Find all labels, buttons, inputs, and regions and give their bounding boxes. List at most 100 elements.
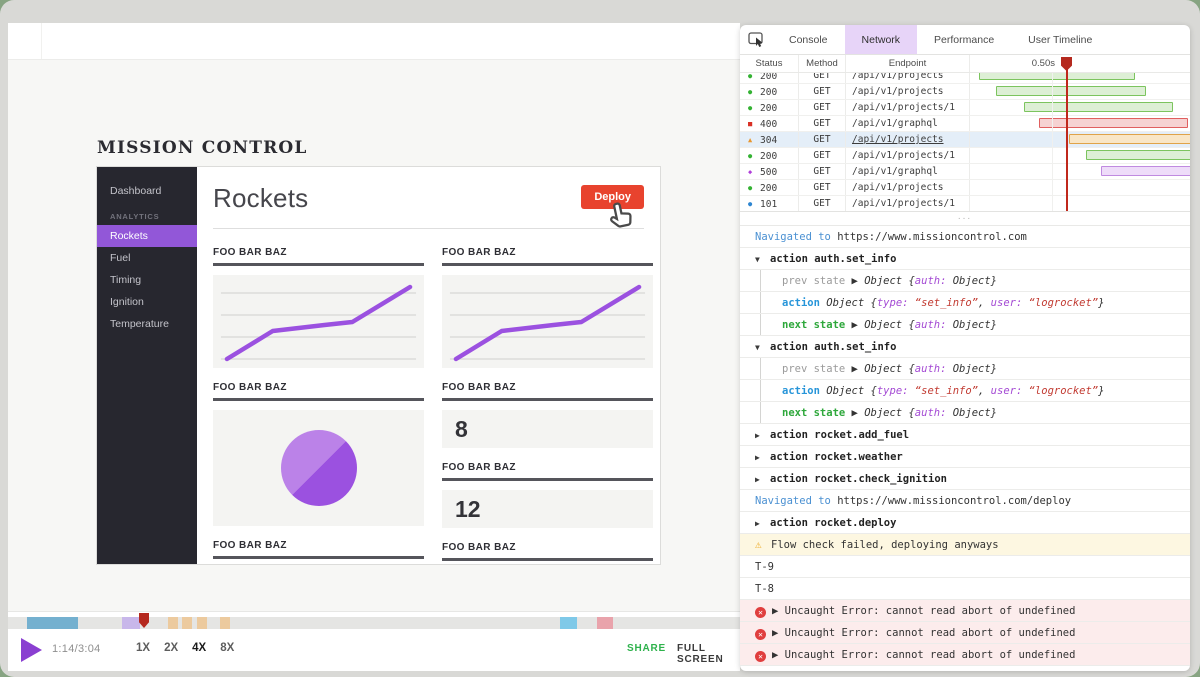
playback-timeline[interactable] (8, 613, 740, 629)
console-entry[interactable]: ✕ ▶ Uncaught Error: cannot read abort of … (740, 644, 1190, 666)
network-row[interactable]: ● 101 GET/api/v1/projects/1 (740, 196, 1190, 211)
console-text: Object (826, 385, 871, 397)
request-status: ● 101 (740, 196, 798, 211)
console-text: “set_info” (914, 297, 979, 309)
console-entry[interactable]: Navigated to https://www.missioncontrol.… (740, 490, 1190, 512)
sidebar-item-rockets[interactable]: Rockets (97, 225, 197, 247)
console-text: action auth.set_info (770, 341, 897, 353)
inspect-element-icon[interactable] (740, 25, 772, 54)
tab-console[interactable]: Console (772, 25, 845, 54)
speed-2x[interactable]: 2X (164, 642, 178, 654)
stat-value: 12 (442, 490, 653, 528)
console-text: } (1098, 297, 1105, 309)
console-text: Uncaught Error: cannot read abort of und… (784, 649, 1076, 661)
request-timing-bar (1086, 150, 1190, 160)
speed-4x[interactable]: 4X (192, 642, 206, 654)
sidebar-item-dashboard[interactable]: Dashboard (97, 180, 197, 202)
share-button[interactable]: SHARE (627, 643, 666, 654)
tab-network[interactable]: Network (844, 25, 918, 54)
console-text: Uncaught Error: cannot read abort of und… (784, 605, 1076, 617)
caret-right-icon[interactable]: ▶ (755, 469, 770, 489)
console-entry[interactable]: Navigated to https://www.missioncontrol.… (740, 226, 1190, 248)
console-text: T-9 (755, 561, 774, 573)
app-content: Rockets Deploy FOO BAR BAZ FOO BAR BAZ FOO… (197, 167, 660, 564)
console-entry[interactable]: ▶ action rocket.deploy (740, 512, 1190, 534)
sidebar-item-timing[interactable]: Timing (97, 269, 197, 291)
indent-guide (760, 358, 761, 379)
tab-performance[interactable]: Performance (917, 25, 1011, 54)
console-entry[interactable]: ▼ action auth.set_info (740, 248, 1190, 270)
endpoint-text: /api/v1/projects (852, 134, 944, 145)
error-icon: ✕ (755, 607, 766, 618)
caret-right-icon[interactable]: ▶ (755, 447, 770, 467)
request-waterfall (969, 132, 1190, 147)
console-text: Object (826, 297, 871, 309)
console-entry[interactable]: action Object {type: “set_info”, user: “… (740, 380, 1190, 402)
indent-guide (760, 270, 761, 291)
console-entry[interactable]: ✕ ▶ Uncaught Error: cannot read abort of … (740, 600, 1190, 622)
toolbar-divider (41, 23, 42, 59)
speed-8x[interactable]: 8X (220, 642, 234, 654)
console-entry[interactable]: next state ▶ Object {auth: Object} (740, 314, 1190, 336)
request-status: ● 200 (740, 73, 798, 83)
console-text: https://www.missioncontrol.com/deploy (837, 495, 1072, 507)
network-row[interactable]: ● 200 GET/api/v1/projects/1 (740, 148, 1190, 164)
tab-user-timeline[interactable]: User Timeline (1011, 25, 1109, 54)
endpoint-text: /api/v1/projects/1 (852, 150, 955, 161)
console-entry[interactable]: ▶ action rocket.weather (740, 446, 1190, 468)
col-endpoint: Endpoint (845, 55, 969, 72)
status-dot-green-icon: ● (748, 152, 753, 160)
console-text: ▶ (851, 319, 865, 331)
network-row[interactable]: ● 200 GET/api/v1/projects (740, 180, 1190, 196)
play-button[interactable] (21, 638, 42, 662)
request-waterfall (969, 148, 1190, 163)
console-text: type: (876, 385, 909, 397)
caret-down-icon[interactable]: ▼ (755, 249, 770, 269)
console-entry[interactable]: ▼ action auth.set_info (740, 336, 1190, 358)
network-row[interactable]: ● 200 GET/api/v1/projects (740, 84, 1190, 100)
console-text: Object (864, 407, 909, 419)
console-entry[interactable]: prev state ▶ Object {auth: Object} (740, 358, 1190, 380)
more-rows-indicator[interactable]: ... (740, 212, 1190, 226)
request-waterfall (969, 196, 1190, 211)
fullscreen-button[interactable]: FULL SCREEN (677, 643, 740, 665)
console-text: “logrocket” (1028, 297, 1099, 309)
console-text: user: (990, 385, 1023, 397)
endpoint-text: /api/v1/projects (852, 73, 944, 81)
chart-panel-line: FOO BAR BAZ (442, 247, 653, 368)
endpoint-text: /api/v1/projects/1 (852, 198, 955, 209)
console-entry[interactable]: prev state ▶ Object {auth: Object} (740, 270, 1190, 292)
network-row[interactable]: ▲ 304 GET/api/v1/projects (740, 132, 1190, 148)
caret-down-icon[interactable]: ▼ (755, 337, 770, 357)
status-dot-green-icon: ● (748, 104, 753, 112)
console-entry[interactable]: action Object {type: “set_info”, user: “… (740, 292, 1190, 314)
console-entry[interactable]: T-9 (740, 556, 1190, 578)
sidebar-item-fuel[interactable]: Fuel (97, 247, 197, 269)
sidebar-item-temperature[interactable]: Temperature (97, 313, 197, 335)
sidebar-item-ignition[interactable]: Ignition (97, 291, 197, 313)
console-entry[interactable]: next state ▶ Object {auth: Object} (740, 402, 1190, 424)
request-status: ▲ 304 (740, 132, 798, 147)
network-row[interactable]: ■ 400 GET/api/v1/graphql (740, 116, 1190, 132)
network-row[interactable]: ● 200 GET/api/v1/projects (740, 73, 1190, 84)
console-entry[interactable]: ✕ ▶ Uncaught Error: cannot read abort of … (740, 622, 1190, 644)
network-rows: ● 200 GET/api/v1/projects ● 200 GET/api/v1/pr… (740, 73, 1190, 211)
console-entry[interactable]: T-8 (740, 578, 1190, 600)
timeline-scrubber-pin[interactable] (139, 613, 149, 628)
console-text: auth: (914, 363, 947, 375)
console-entry[interactable]: ⚠ Flow check failed, deploying anyways (740, 534, 1190, 556)
caret-right-icon[interactable]: ▶ (755, 513, 770, 533)
console-text: “logrocket” (1028, 385, 1099, 397)
caret-right-icon[interactable]: ▶ (755, 425, 770, 445)
network-row[interactable]: ◆ 500 GET/api/v1/graphql (740, 164, 1190, 180)
speed-1x[interactable]: 1X (136, 642, 150, 654)
console-entry[interactable]: ▶ action rocket.add_fuel (740, 424, 1190, 446)
console-log: Navigated to https://www.missioncontrol.… (740, 226, 1190, 671)
request-timing-bar (1101, 166, 1190, 176)
console-text: action rocket.weather (770, 451, 903, 463)
request-method: GET (798, 100, 845, 115)
replay-viewport: MISSION CONTROL Dashboard ANALYTICS Rocket… (8, 60, 740, 612)
endpoint-text: /api/v1/graphql (852, 118, 938, 129)
console-entry[interactable]: ▶ action rocket.check_ignition (740, 468, 1190, 490)
network-row[interactable]: ● 200 GET/api/v1/projects/1 (740, 100, 1190, 116)
